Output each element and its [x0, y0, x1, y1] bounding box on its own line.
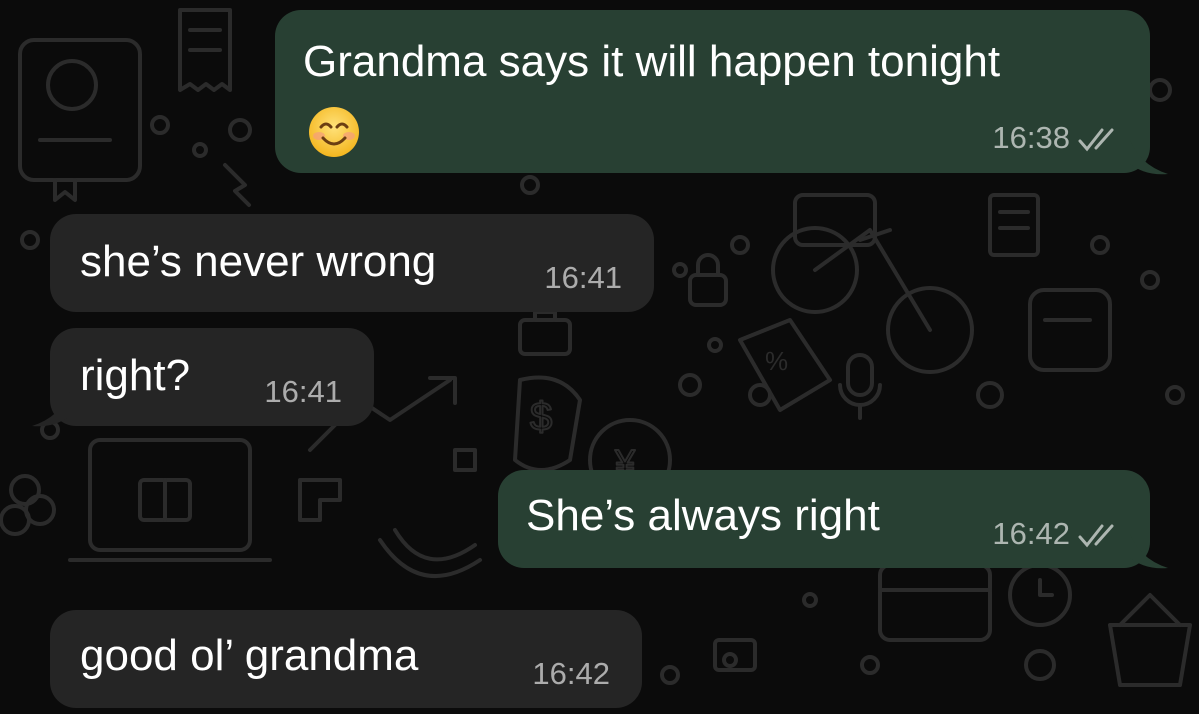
smiling-face-emoji-icon	[309, 107, 359, 157]
briefcase-icon	[518, 310, 572, 356]
message-text: Grandma says it will happen tonight	[303, 37, 1001, 86]
grapes-icon	[0, 474, 56, 536]
message-timestamp: 16:42	[532, 656, 610, 691]
book-icon	[18, 38, 142, 202]
double-check-icon	[1078, 524, 1114, 548]
clock-icon	[1008, 563, 1072, 627]
message-text: good ol’ grandma	[80, 631, 419, 680]
message-bubble-outgoing[interactable]: She’s always right 16:42	[498, 470, 1150, 568]
credit-card-icon	[878, 563, 992, 642]
message-meta: 16:42	[992, 516, 1120, 552]
double-check-icon	[1078, 128, 1114, 152]
message-text: She’s always right	[526, 491, 880, 540]
chat-view[interactable]: % $ ¥ Grandma says it will happen tonigh…	[0, 0, 1199, 714]
laptop-gift-icon	[68, 438, 272, 562]
receipt-icon	[178, 8, 232, 92]
message-bubble-outgoing[interactable]: Grandma says it will happen tonight 16:3…	[275, 10, 1150, 173]
bubble-tail-outgoing	[1130, 140, 1168, 175]
message-timestamp: 16:42	[992, 516, 1070, 551]
svg-text:$: $	[530, 395, 552, 439]
pin-icon	[223, 163, 251, 207]
message-meta: 16:38	[992, 120, 1120, 156]
message-timestamp: 16:41	[544, 260, 622, 295]
message-text: right?	[80, 351, 191, 400]
bubble-tail-incoming	[32, 392, 70, 427]
bubble-tail-outgoing	[1130, 534, 1168, 569]
basket-icon	[1108, 593, 1192, 687]
receipt-icon-2	[988, 193, 1040, 257]
svg-text:%: %	[765, 346, 788, 376]
message-bubble-incoming[interactable]: she’s never wrong 16:41	[50, 214, 654, 312]
banana-icon	[378, 528, 482, 578]
dollar-bag-icon: $	[513, 375, 582, 472]
lock-icon	[688, 253, 728, 307]
message-timestamp: 16:38	[992, 120, 1070, 155]
tetris-block-icon	[298, 448, 477, 522]
message-bubble-incoming[interactable]: good ol’ grandma 16:42	[50, 610, 642, 708]
gift-box-icon	[1028, 288, 1112, 372]
message-text: she’s never wrong	[80, 237, 437, 286]
price-tag-icon: %	[738, 318, 832, 412]
message-timestamp: 16:41	[264, 374, 342, 409]
message-bubble-incoming[interactable]: right? 16:41	[50, 328, 374, 426]
bicycle-icon	[771, 193, 974, 374]
microphone-icon	[838, 353, 882, 420]
